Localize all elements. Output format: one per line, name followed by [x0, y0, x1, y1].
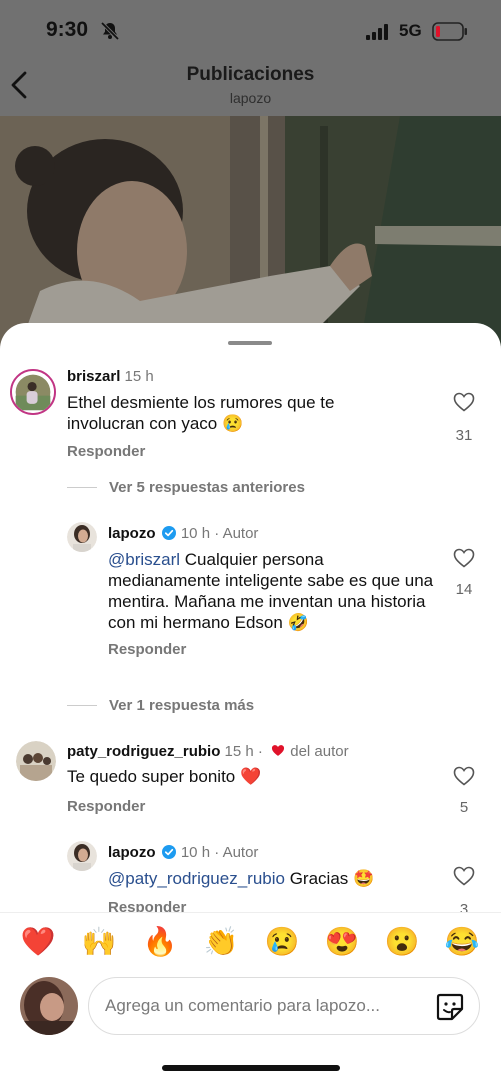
battery-icon — [432, 22, 467, 41]
reaction-raised-hands[interactable]: 🙌 — [81, 925, 117, 959]
author-liked-heart-icon — [272, 745, 285, 756]
signal-icon — [366, 24, 388, 40]
comment-username[interactable]: lapozo — [108, 525, 156, 542]
heart-outline-icon[interactable] — [453, 766, 475, 786]
author-tag: Autor — [222, 525, 259, 542]
avatar[interactable] — [10, 369, 56, 415]
meta-separator: · — [214, 844, 220, 861]
comment-username[interactable]: paty_rodriguez_rubio — [67, 743, 220, 760]
like-count: 31 — [455, 427, 473, 444]
status-bar: 9:30 5G — [0, 0, 501, 62]
comment-text: Ethel desmiente los rumores que te invol… — [67, 393, 335, 433]
heart-outline-icon[interactable] — [453, 392, 475, 412]
page-subtitle: lapozo — [229, 90, 272, 106]
reaction-surprised[interactable]: 😮 — [384, 925, 420, 959]
quick-reactions: ❤️ 🙌 🔥 👏 😢 😍 😮 😂 — [0, 925, 501, 961]
reaction-heart-eyes[interactable]: 😍 — [324, 925, 360, 959]
avatar[interactable] — [67, 522, 97, 552]
verified-badge-icon — [161, 845, 176, 859]
heart-outline-icon[interactable] — [453, 548, 475, 568]
comment-input[interactable]: Agrega un comentario para lapozo... — [88, 977, 480, 1035]
post-image — [0, 116, 501, 346]
comment-time: 10 h — [180, 525, 211, 542]
mention-link[interactable]: @briszarl — [108, 550, 180, 569]
comment-meta: lapozo 10 h · Autor — [108, 844, 258, 861]
composer-area: ❤️ 🙌 🔥 👏 😢 😍 😮 😂 Agrega un comentario pa… — [0, 912, 501, 1080]
comment-body: Gracias 🤩 — [284, 869, 375, 888]
comment-meta: paty_rodriguez_rubio 15 h · del autor — [67, 743, 349, 760]
comment-text: Te quedo super bonito ❤️ — [67, 767, 262, 786]
comment-time: 15 h — [124, 368, 154, 385]
current-user-avatar[interactable] — [20, 977, 78, 1035]
reaction-heart[interactable]: ❤️ — [20, 925, 56, 959]
mention-link[interactable]: @paty_rodriguez_rubio — [108, 869, 285, 888]
like-count: 14 — [455, 581, 473, 598]
avatar[interactable] — [16, 741, 56, 781]
comment-text: @paty_rodriguez_rubio Gracias 🤩 — [108, 868, 438, 889]
comment-text: @briszarl Cualquier persona medianamente… — [108, 549, 438, 633]
comment-input-placeholder: Agrega un comentario para lapozo... — [105, 996, 381, 1015]
heart-outline-icon[interactable] — [453, 866, 475, 886]
divider-line — [67, 487, 97, 488]
reaction-crying[interactable]: 😢 — [264, 925, 300, 959]
reaction-fire[interactable]: 🔥 — [142, 925, 178, 959]
view-more-replies[interactable]: Ver 1 respuesta más — [109, 697, 254, 714]
bell-muted-icon — [100, 21, 120, 41]
author-tag: del autor — [290, 743, 349, 760]
like-count: 5 — [459, 799, 469, 816]
reaction-clap[interactable]: 👏 — [203, 925, 239, 959]
comment-meta: briszarl 15 h — [67, 368, 154, 385]
header-bar: 9:30 5G Publicaciones lapozo — [0, 0, 501, 116]
author-tag: Autor — [222, 844, 259, 861]
meta-separator: · — [214, 525, 220, 542]
comment-time: 15 h — [224, 743, 254, 760]
sheet-grabber[interactable] — [228, 341, 272, 345]
status-time: 9:30 — [46, 18, 89, 41]
comment-username[interactable]: briszarl — [67, 368, 120, 385]
divider-line — [67, 705, 97, 706]
network-label: 5G — [399, 21, 422, 40]
home-indicator — [162, 1065, 340, 1071]
avatar[interactable] — [67, 841, 97, 871]
comment-meta: lapozo 10 h · Autor — [108, 525, 258, 542]
sticker-icon[interactable] — [435, 992, 465, 1022]
verified-badge-icon — [161, 526, 176, 540]
reply-button[interactable]: Responder — [67, 443, 145, 460]
comment-username[interactable]: lapozo — [108, 844, 156, 861]
page-title: Publicaciones — [186, 64, 315, 85]
reply-button[interactable]: Responder — [67, 798, 145, 815]
meta-separator: · — [257, 743, 263, 760]
reply-button[interactable]: Responder — [108, 641, 186, 658]
comment-time: 10 h — [180, 844, 211, 861]
reaction-laughing[interactable]: 😂 — [444, 925, 480, 959]
view-previous-replies[interactable]: Ver 5 respuestas anteriores — [109, 479, 305, 496]
